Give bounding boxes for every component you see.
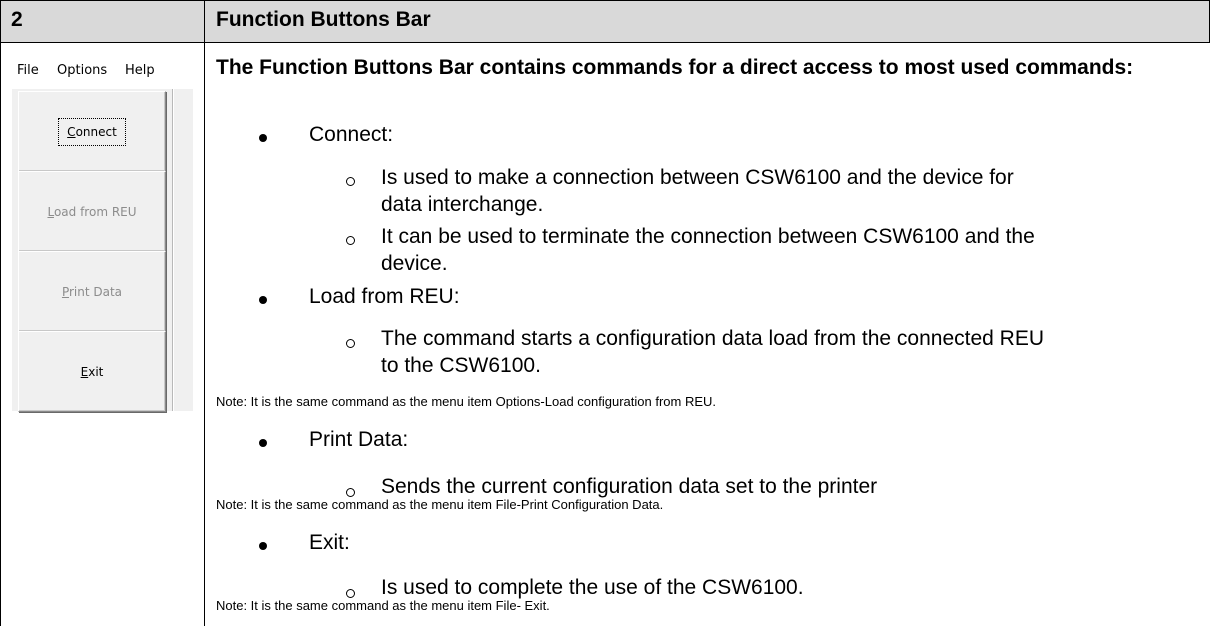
table-border-left [0,0,1,626]
menu-bar: File Options Help [12,52,193,89]
load-desc-1a: The command starts a configuration data … [381,327,1045,350]
menu-options[interactable]: Options [57,63,107,78]
circle-bullet-icon [346,177,355,186]
menu-help[interactable]: Help [125,63,155,78]
connect-desc-1a: Is used to make a connection between CSW… [381,166,1014,189]
circle-bullet-icon [346,488,355,497]
exit-label: Exit: [309,531,350,554]
circle-bullet-icon [346,589,355,598]
print-note: Note: It is the same command as the menu… [216,497,664,512]
section-title: Function Buttons Bar [216,8,431,31]
connect-label: Connect: [309,123,394,146]
table-border-top [0,0,1210,1]
circle-bullet-icon [346,339,355,348]
intro-paragraph: The Function Buttons Bar contains comman… [216,56,1134,79]
exit-button[interactable]: Exit [18,331,166,412]
bullet-icon [259,542,267,550]
menu-file[interactable]: File [17,63,39,78]
exit-note: Note: It is the same command as the menu… [216,598,550,613]
table-header-divider [0,42,1210,43]
connect-button[interactable]: Connect [18,91,166,172]
load-desc-1b: to the CSW6100. [381,354,541,377]
print-label: Print Data: [309,428,409,451]
connect-desc-2b: device. [381,252,448,275]
section-number: 2 [11,8,23,31]
bullet-icon [259,296,267,304]
table-header-row [0,0,1210,42]
app-screenshot: File Options Help Connect Load from REU … [12,52,193,412]
load-note: Note: It is the same command as the menu… [216,394,717,409]
bullet-icon [259,439,267,447]
print-desc-1: Sends the current configuration data set… [381,475,878,498]
function-buttons-bar: Connect Load from REU Print Data Exit [12,89,166,412]
toolbar-separator-highlight [173,89,174,411]
exit-desc-1: Is used to complete the use of the CSW61… [381,576,804,599]
load-label: Load from REU: [309,285,460,308]
connect-desc-2a: It can be used to terminate the connecti… [381,225,1035,248]
circle-bullet-icon [346,236,355,245]
bullet-icon [259,134,267,142]
connect-desc-1b: data interchange. [381,193,544,216]
print-data-button[interactable]: Print Data [18,251,166,332]
load-from-reu-button[interactable]: Load from REU [18,171,166,252]
table-column-divider [204,0,205,626]
